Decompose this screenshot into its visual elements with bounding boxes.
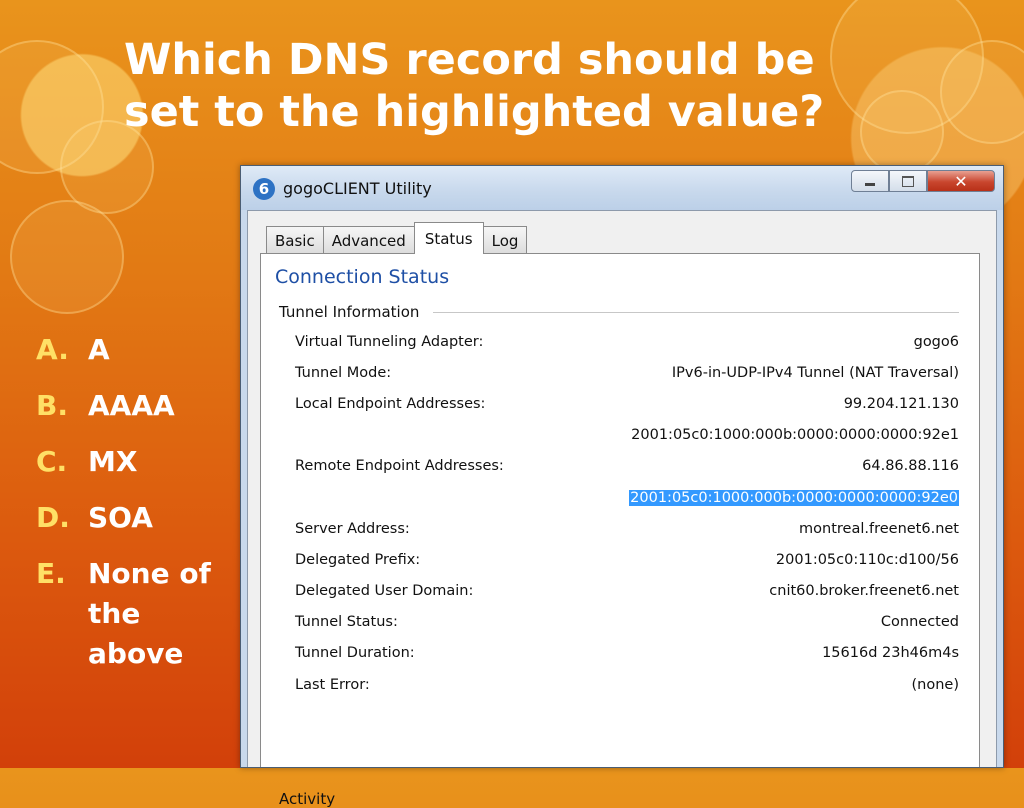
row-label: Virtual Tunneling Adapter: (295, 333, 484, 350)
gogoclient-window: 6 gogoCLIENT Utility ✕ Basic Advanced St… (240, 165, 1004, 808)
tunnel-info-rows: Virtual Tunneling Adapter: gogo6 Tunnel … (295, 326, 959, 700)
answer-option-c: C. MX (36, 442, 218, 482)
answer-letter: B. (36, 389, 68, 422)
tab-log[interactable]: Log (482, 226, 528, 254)
row-value[interactable]: (none) (912, 677, 960, 693)
row-value[interactable]: 2001:05c0:110c:d100/56 (776, 552, 959, 568)
minimize-button[interactable] (851, 170, 889, 192)
answer-option-d: D. SOA (36, 498, 218, 538)
info-row-delegated-prefix: Delegated Prefix: 2001:05c0:110c:d100/56 (295, 544, 959, 575)
info-row-tunnel-duration: Tunnel Duration: 15616d 23h46m4s (295, 638, 959, 669)
info-row-last-error: Last Error: (none) (295, 669, 959, 700)
info-row-delegated-domain: Delegated User Domain: cnit60.broker.fre… (295, 576, 959, 607)
answer-letter: D. (36, 501, 70, 534)
row-value[interactable]: 15616d 23h46m4s (822, 645, 959, 661)
info-row-local-endpoint-ipv6: 2001:05c0:1000:000b:0000:0000:0000:92e1 (295, 420, 959, 451)
row-value[interactable]: 64.86.88.116 (862, 458, 959, 474)
answer-letter: A. (36, 333, 69, 366)
row-label: Local Endpoint Addresses: (295, 395, 486, 412)
gogo6-app-icon[interactable]: 6 (253, 178, 275, 200)
highlighted-value[interactable]: 2001:05c0:1000:000b:0000:0000:0000:92e0 (629, 489, 959, 506)
window-title: gogoCLIENT Utility (283, 179, 432, 198)
row-label: Tunnel Duration: (295, 645, 415, 662)
row-label: Delegated User Domain: (295, 583, 474, 600)
row-label: Server Address: (295, 520, 410, 537)
close-button[interactable]: ✕ (927, 170, 995, 192)
tab-basic[interactable]: Basic (266, 226, 324, 254)
answer-text: A (88, 333, 110, 366)
row-value[interactable]: 99.204.121.130 (844, 396, 959, 412)
window-titlebar[interactable]: 6 gogoCLIENT Utility ✕ (241, 166, 1003, 210)
info-row-server-address: Server Address: montreal.freenet6.net (295, 513, 959, 544)
row-label: Remote Endpoint Addresses: (295, 458, 504, 475)
tab-status[interactable]: Status (413, 222, 484, 254)
row-label: Last Error: (295, 676, 370, 693)
info-row-tunnel-status: Tunnel Status: Connected (295, 607, 959, 638)
info-row-tunnel-mode: Tunnel Mode: IPv6-in-UDP-IPv4 Tunnel (NA… (295, 357, 959, 388)
answer-list: A. A B. AAAA C. MX D. SOA E. None of the… (36, 330, 218, 690)
slide-title: Which DNS record should be set to the hi… (124, 35, 825, 137)
row-label: Delegated Prefix: (295, 551, 421, 568)
tab-bar: Basic Advanced Status Log (266, 222, 528, 254)
answer-text: MX (88, 445, 138, 478)
window-client-area: Basic Advanced Status Log Connection Sta… (247, 210, 997, 808)
answer-option-a: A. A (36, 330, 218, 370)
answer-option-e: E. None of the above (36, 554, 218, 674)
info-row-remote-endpoint-ipv6: 2001:05c0:1000:000b:0000:0000:0000:92e0 (295, 482, 959, 513)
answer-option-b: B. AAAA (36, 386, 218, 426)
connection-status-heading: Connection Status (275, 266, 450, 288)
answer-letter: C. (36, 445, 68, 478)
info-row-virtual-adapter: Virtual Tunneling Adapter: gogo6 (295, 326, 959, 357)
group-divider (433, 311, 959, 313)
row-value[interactable]: 2001:05c0:1000:000b:0000:0000:0000:92e1 (631, 427, 959, 443)
maximize-icon (902, 175, 914, 187)
row-value[interactable]: Connected (881, 614, 959, 630)
group-title: Tunnel Information (279, 303, 420, 321)
row-label: Tunnel Mode: (295, 364, 392, 381)
maximize-button[interactable] (889, 170, 927, 192)
answer-letter: E. (36, 557, 66, 590)
window-controls: ✕ (851, 170, 995, 192)
minimize-icon (865, 182, 875, 186)
row-value[interactable]: gogo6 (914, 334, 959, 350)
answer-text: SOA (88, 501, 153, 534)
background-bubble (10, 200, 124, 314)
answer-text: None of the above (88, 557, 211, 670)
status-panel: Connection Status Tunnel Information Vir… (260, 253, 980, 808)
row-label: Tunnel Status: (295, 614, 398, 631)
tunnel-information-group: Tunnel Information (279, 302, 959, 322)
row-value[interactable]: montreal.freenet6.net (799, 521, 959, 537)
row-value[interactable]: IPv6-in-UDP-IPv4 Tunnel (NAT Traversal) (672, 365, 959, 381)
row-value[interactable]: cnit60.broker.freenet6.net (769, 583, 959, 599)
close-icon: ✕ (954, 171, 968, 191)
activity-group-title: Activity (279, 790, 336, 808)
answer-text: AAAA (88, 389, 175, 422)
info-row-remote-endpoint: Remote Endpoint Addresses: 64.86.88.116 (295, 451, 959, 482)
tab-advanced[interactable]: Advanced (322, 226, 415, 254)
info-row-local-endpoint: Local Endpoint Addresses: 99.204.121.130 (295, 388, 959, 419)
